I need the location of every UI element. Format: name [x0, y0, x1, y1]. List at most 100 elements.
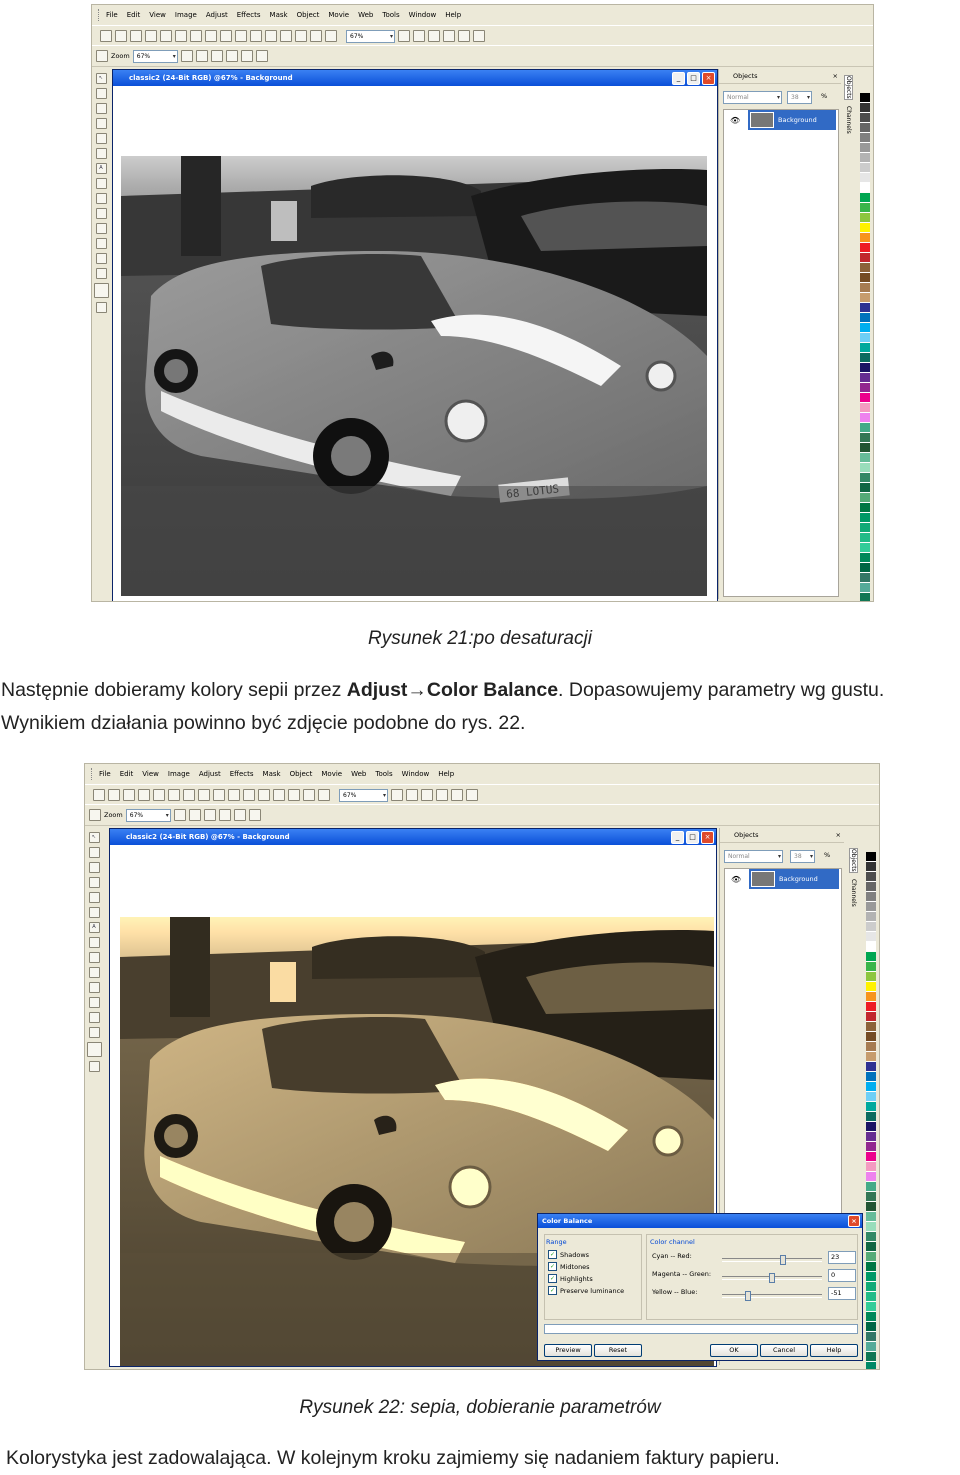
menu-edit[interactable]: Edit — [127, 11, 141, 19]
menu-window[interactable]: Window — [409, 11, 437, 19]
eyedropper-icon[interactable] — [88, 892, 100, 903]
zoom-out-icon[interactable] — [195, 50, 208, 62]
palette-swatch[interactable] — [866, 1232, 876, 1242]
palette-swatch[interactable] — [866, 1302, 876, 1312]
bg-swatch-icon[interactable] — [95, 302, 107, 313]
palette-swatch[interactable] — [860, 303, 870, 313]
palette-swatch[interactable] — [860, 323, 870, 333]
palette-swatch[interactable] — [860, 193, 870, 203]
menu-adjust[interactable]: Adjust — [206, 11, 228, 19]
palette-swatch[interactable] — [860, 343, 870, 353]
zoom-100-icon[interactable] — [203, 809, 216, 821]
palette-swatch[interactable] — [860, 413, 870, 423]
rotate-icon[interactable] — [243, 789, 255, 801]
menu-web[interactable]: Web — [351, 770, 366, 778]
help-icon[interactable] — [473, 30, 485, 42]
menu-mask[interactable]: Mask — [270, 11, 288, 19]
magenta-green-slider[interactable] — [722, 1273, 822, 1283]
shadows-checkbox[interactable]: ✓ Shadows — [548, 1250, 589, 1259]
palette-swatch[interactable] — [866, 1022, 876, 1032]
palette-swatch[interactable] — [860, 93, 870, 103]
clone-tool-icon[interactable] — [88, 997, 100, 1008]
zoom-100-icon[interactable] — [210, 50, 223, 62]
palette-swatch[interactable] — [860, 503, 870, 513]
copy-icon[interactable] — [168, 789, 180, 801]
close-button[interactable]: × — [702, 72, 715, 85]
palette-swatch[interactable] — [860, 313, 870, 323]
palette-swatch[interactable] — [866, 1332, 876, 1342]
zoom-select[interactable]: 67% — [125, 808, 171, 822]
tab-objects[interactable]: Objects — [849, 848, 858, 873]
midtones-checkbox[interactable]: ✓ Midtones — [548, 1262, 590, 1271]
redeye-icon[interactable] — [95, 178, 107, 189]
menu-effects[interactable]: Effects — [237, 11, 261, 19]
menu-movie[interactable]: Movie — [321, 770, 342, 778]
palette-swatch[interactable] — [860, 173, 870, 183]
palette-swatch[interactable] — [860, 243, 870, 253]
zoom-fit-icon[interactable] — [218, 809, 231, 821]
blend-mode-select[interactable]: Normal — [724, 850, 783, 863]
menu-object[interactable]: Object — [297, 11, 320, 19]
palette-swatch[interactable] — [866, 1272, 876, 1282]
fill-tool-icon[interactable] — [88, 967, 100, 978]
palette-swatch[interactable] — [866, 872, 876, 882]
palette-swatch[interactable] — [866, 1322, 876, 1332]
visibility-eye-icon[interactable]: 👁 — [731, 875, 741, 884]
crop-tool-icon[interactable] — [88, 862, 100, 873]
yellow-blue-slider[interactable] — [722, 1291, 822, 1301]
brush-tool-icon[interactable] — [88, 982, 100, 993]
fit-icon[interactable] — [398, 30, 410, 42]
palette-swatch[interactable] — [866, 1182, 876, 1192]
palette-swatch[interactable] — [860, 573, 870, 583]
palette-swatch[interactable] — [866, 922, 876, 932]
palette-swatch[interactable] — [866, 1222, 876, 1232]
palette-swatch[interactable] — [866, 1002, 876, 1012]
zoom-tool-icon[interactable] — [95, 118, 107, 129]
new-icon[interactable] — [100, 30, 112, 42]
minimize-button[interactable]: _ — [672, 72, 685, 85]
magenta-green-value[interactable]: 0 — [828, 1269, 856, 1282]
cut-icon[interactable] — [153, 789, 165, 801]
palette-swatch[interactable] — [866, 1072, 876, 1082]
palette-swatch[interactable] — [866, 1092, 876, 1102]
palette-swatch[interactable] — [860, 453, 870, 463]
palette-swatch[interactable] — [866, 962, 876, 972]
yellow-blue-knob[interactable] — [744, 1291, 751, 1301]
palette-swatch[interactable] — [860, 483, 870, 493]
palette-swatch[interactable] — [866, 972, 876, 982]
zoom-height-icon[interactable] — [255, 50, 268, 62]
menu-effects[interactable]: Effects — [230, 770, 254, 778]
palette-swatch[interactable] — [860, 403, 870, 413]
bg-swatch-icon[interactable] — [88, 1061, 100, 1072]
palette-swatch[interactable] — [860, 383, 870, 393]
zoom-width-icon[interactable] — [233, 809, 246, 821]
palette-swatch[interactable] — [860, 333, 870, 343]
color-swatch-icon[interactable] — [86, 1042, 102, 1057]
palette-swatch[interactable] — [860, 563, 870, 573]
dialog-close-button[interactable]: × — [848, 1215, 860, 1227]
palette-swatch[interactable] — [860, 393, 870, 403]
palette-swatch[interactable] — [866, 912, 876, 922]
highlights-checkbox[interactable]: ✓ Highlights — [548, 1274, 593, 1283]
menu-object[interactable]: Object — [290, 770, 313, 778]
flip-icon[interactable] — [258, 789, 270, 801]
palette-swatch[interactable] — [860, 133, 870, 143]
pick-tool-icon[interactable]: ↖ — [95, 73, 107, 84]
palette-swatch[interactable] — [866, 1012, 876, 1022]
palette-swatch[interactable] — [866, 1052, 876, 1062]
pick-tool-icon[interactable]: ↖ — [88, 832, 100, 843]
palette-swatch[interactable] — [866, 1032, 876, 1042]
menu-image[interactable]: Image — [168, 770, 190, 778]
zoom-width-icon[interactable] — [240, 50, 253, 62]
palette-swatch[interactable] — [860, 183, 870, 193]
palette-swatch[interactable] — [860, 433, 870, 443]
paste-icon[interactable] — [183, 789, 195, 801]
palette-swatch[interactable] — [866, 1282, 876, 1292]
save-icon[interactable] — [130, 30, 142, 42]
text-tool-icon[interactable]: A — [95, 163, 107, 174]
menu-mask[interactable]: Mask — [263, 770, 281, 778]
zoom-fit-icon[interactable] — [225, 50, 238, 62]
palette-swatch[interactable] — [866, 852, 876, 862]
guides-icon[interactable] — [421, 789, 433, 801]
layer-background[interactable]: Background — [748, 110, 836, 130]
